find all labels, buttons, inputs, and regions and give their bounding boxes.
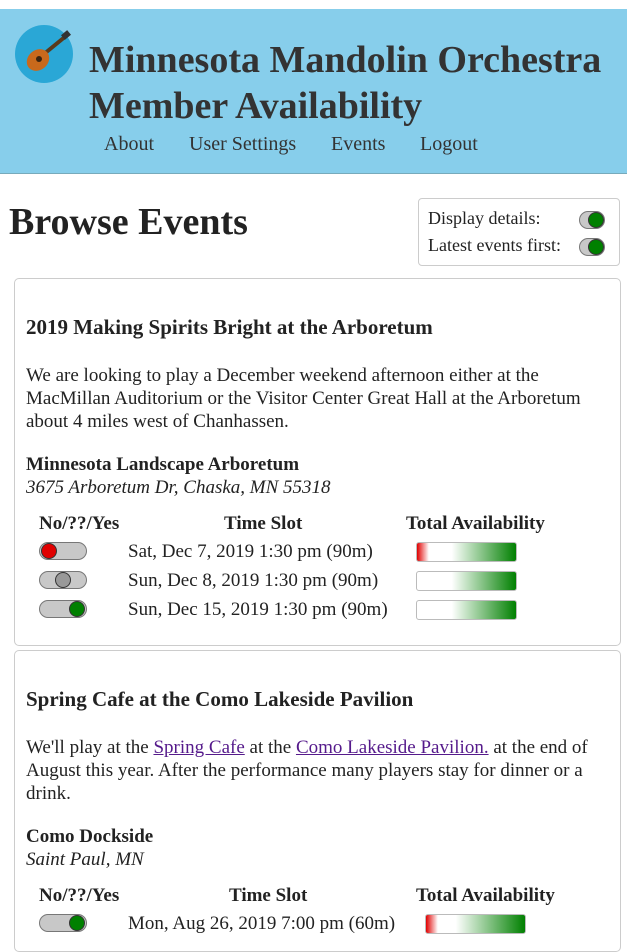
availability-bar bbox=[416, 600, 517, 620]
toggle-knob bbox=[69, 601, 85, 617]
col-availability-header: Total Availability bbox=[406, 513, 545, 534]
display-details-toggle[interactable] bbox=[579, 211, 605, 229]
slot-label: Sun, Dec 15, 2019 1:30 pm (90m) bbox=[128, 599, 388, 620]
venue-address: 3675 Arboretum Dr, Chaska, MN 55318 bbox=[26, 477, 331, 498]
venue-name: Minnesota Landscape Arboretum bbox=[26, 454, 300, 475]
nav-logout[interactable]: Logout bbox=[420, 133, 478, 156]
event-description: We'll play at the Spring Cafe at the Com… bbox=[26, 736, 598, 805]
nav-about[interactable]: About bbox=[104, 133, 154, 156]
response-toggle-yes[interactable] bbox=[39, 914, 87, 932]
event-title: Spring Cafe at the Como Lakeside Pavilio… bbox=[26, 687, 414, 711]
col-response-header: No/??/Yes bbox=[39, 885, 120, 906]
site-title-line1: Minnesota Mandolin Orchestra bbox=[89, 39, 602, 81]
site-title-line2: Member Availability bbox=[89, 85, 423, 127]
mandolin-logo-icon[interactable] bbox=[14, 24, 74, 84]
response-toggle-maybe[interactable] bbox=[39, 571, 87, 589]
slot-label: Sat, Dec 7, 2019 1:30 pm (90m) bbox=[128, 541, 373, 562]
site-header: Minnesota Mandolin Orchestra Member Avai… bbox=[0, 9, 627, 174]
spring-cafe-link[interactable]: Spring Cafe bbox=[153, 737, 244, 758]
como-pavilion-link[interactable]: Como Lakeside Pavilion. bbox=[296, 737, 489, 758]
toggle-knob bbox=[588, 239, 604, 255]
site-title: Minnesota Mandolin Orchestra Member Avai… bbox=[89, 37, 601, 129]
latest-first-toggle[interactable] bbox=[579, 238, 605, 256]
description-text: We'll play at the bbox=[26, 737, 154, 758]
nav-user-settings[interactable]: User Settings bbox=[189, 133, 296, 156]
latest-first-label: Latest events first: bbox=[428, 235, 561, 255]
venue-name: Como Dockside bbox=[26, 826, 154, 847]
col-slot-header: Time Slot bbox=[224, 513, 303, 534]
venue-address: Saint Paul, MN bbox=[26, 849, 144, 870]
nav-events[interactable]: Events bbox=[331, 133, 385, 156]
availability-bar bbox=[425, 914, 526, 934]
col-availability-header: Total Availability bbox=[416, 885, 555, 906]
toggle-knob bbox=[588, 212, 604, 228]
page-title: Browse Events bbox=[9, 201, 248, 243]
event-card: 2019 Making Spirits Bright at the Arbore… bbox=[14, 278, 621, 646]
event-description: We are looking to play a December weeken… bbox=[26, 365, 581, 432]
display-details-label: Display details: bbox=[428, 208, 541, 228]
availability-bar bbox=[416, 571, 517, 591]
slot-label: Sun, Dec 8, 2019 1:30 pm (90m) bbox=[128, 570, 379, 591]
response-toggle-yes[interactable] bbox=[39, 600, 87, 618]
description-text: at the bbox=[244, 737, 296, 758]
response-toggle-no[interactable] bbox=[39, 542, 87, 560]
display-options-panel: Display details: Latest events first: bbox=[418, 198, 620, 266]
toggle-knob bbox=[41, 543, 57, 559]
toggle-knob bbox=[55, 572, 71, 588]
availability-bar bbox=[416, 542, 517, 562]
event-card: Spring Cafe at the Como Lakeside Pavilio… bbox=[14, 650, 621, 952]
event-title: 2019 Making Spirits Bright at the Arbore… bbox=[26, 315, 433, 339]
top-edge bbox=[0, 0, 627, 9]
slot-label: Mon, Aug 26, 2019 7:00 pm (60m) bbox=[128, 913, 396, 934]
col-slot-header: Time Slot bbox=[229, 885, 308, 906]
col-response-header: No/??/Yes bbox=[39, 513, 120, 534]
